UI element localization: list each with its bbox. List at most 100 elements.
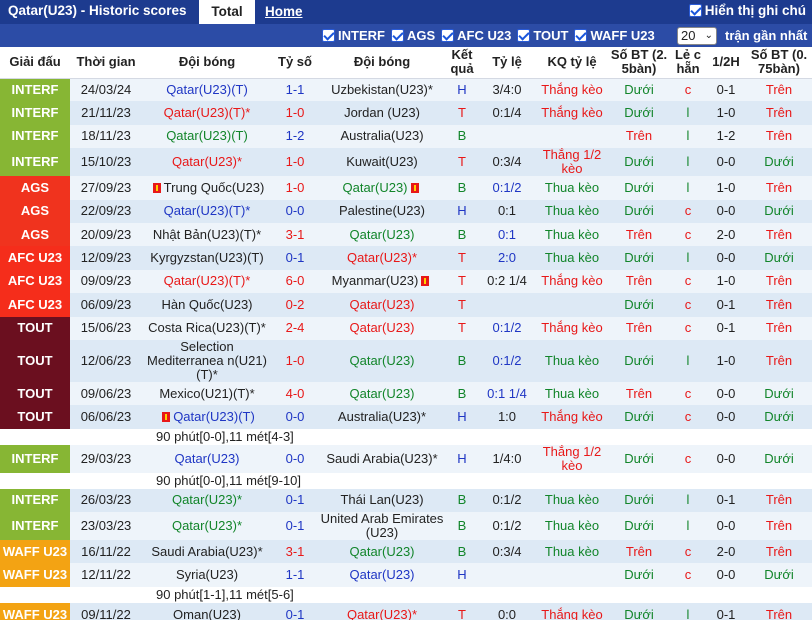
away-team[interactable]: Qatar(U23)	[318, 540, 446, 564]
filter-waff-u23[interactable]: WAFF U23	[574, 28, 655, 43]
score[interactable]: 0-0	[272, 199, 318, 223]
checkbox-icon[interactable]	[441, 29, 455, 42]
score[interactable]: 1-0	[272, 148, 318, 177]
score[interactable]: 0-0	[272, 444, 318, 473]
tab-home[interactable]: Home	[265, 0, 303, 24]
score[interactable]: 2-4	[272, 316, 318, 340]
home-team[interactable]: Qatar(U23)(T)	[142, 124, 272, 149]
home-team[interactable]: Hàn Quốc(U23)	[142, 293, 272, 317]
filter-afc-u23[interactable]: AFC U23	[441, 28, 511, 43]
league-badge[interactable]: WAFF U23	[0, 563, 70, 587]
away-team[interactable]: Qatar(U23)*	[318, 602, 446, 620]
home-team[interactable]: Qatar(U23)*	[142, 512, 272, 541]
checkbox-icon[interactable]	[688, 4, 702, 17]
home-team[interactable]: Trung Quốc(U23)	[142, 176, 272, 200]
home-team[interactable]: Qatar(U23)(T)	[142, 405, 272, 429]
checkbox-icon[interactable]	[322, 29, 335, 42]
league-badge-text: AFC U23	[7, 250, 63, 266]
away-team[interactable]: Australia(U23)	[318, 124, 446, 149]
league-badge[interactable]: AGS	[0, 222, 70, 247]
home-team[interactable]: Costa Rica(U23)(T)*	[142, 316, 272, 340]
away-team[interactable]: Qatar(U23)	[318, 381, 446, 406]
away-team[interactable]: Jordan (U23)	[318, 101, 446, 125]
home-team[interactable]: Selection Mediterranea n(U21)(T)*	[142, 339, 272, 382]
league-badge[interactable]: INTERF	[0, 444, 70, 473]
score[interactable]: 1-1	[272, 78, 318, 102]
home-team[interactable]: Nhật Bản(U23)(T)*	[142, 222, 272, 247]
home-team[interactable]: Syria(U23)	[142, 563, 272, 587]
away-team[interactable]: Qatar(U23)	[318, 316, 446, 340]
league-badge[interactable]: WAFF U23	[0, 540, 70, 564]
score[interactable]: 4-0	[272, 381, 318, 406]
score[interactable]: 0-2	[272, 293, 318, 317]
league-badge[interactable]: INTERF	[0, 512, 70, 541]
score[interactable]: 0-1	[272, 488, 318, 513]
away-team[interactable]: Myanmar(U23)	[318, 269, 446, 294]
result: B	[446, 339, 478, 382]
score[interactable]: 0-1	[272, 602, 318, 620]
away-team[interactable]: Qatar(U23)	[318, 293, 446, 317]
filter-interf[interactable]: INTERF	[322, 28, 385, 43]
home-team[interactable]: Qatar(U23)	[142, 444, 272, 473]
away-team[interactable]: United Arab Emirates (U23)	[318, 512, 446, 541]
score[interactable]: 1-1	[272, 563, 318, 587]
away-team[interactable]: Uzbekistan(U23)*	[318, 78, 446, 102]
away-team[interactable]: Qatar(U23)	[318, 222, 446, 247]
league-badge[interactable]: TOUT	[0, 405, 70, 429]
score[interactable]: 0-0	[272, 405, 318, 429]
goals-0-75-text: Dưới	[764, 154, 794, 170]
home-team[interactable]: Saudi Arabia(U23)*	[142, 540, 272, 564]
show-hint-toggle[interactable]: Hiển thị ghi chú	[688, 3, 806, 18]
league-badge[interactable]: TOUT	[0, 316, 70, 340]
odd-even: l	[670, 148, 706, 177]
away-team[interactable]: Saudi Arabia(U23)*	[318, 444, 446, 473]
league-badge[interactable]: INTERF	[0, 101, 70, 125]
home-team[interactable]: Mexico(U21)(T)*	[142, 381, 272, 406]
away-team[interactable]: Qatar(U23)*	[318, 246, 446, 270]
home-team[interactable]: Qatar(U23)*	[142, 488, 272, 513]
home-team[interactable]: Oman(U23)	[142, 602, 272, 620]
score[interactable]: 0-1	[272, 512, 318, 541]
league-badge[interactable]: INTERF	[0, 488, 70, 513]
away-team[interactable]: Qatar(U23)	[318, 563, 446, 587]
league-badge[interactable]: TOUT	[0, 381, 70, 406]
score[interactable]: 0-1	[272, 246, 318, 270]
checkbox-icon[interactable]	[574, 29, 588, 42]
score[interactable]: 3-1	[272, 540, 318, 564]
home-team[interactable]: Kyrgyzstan(U23)(T)	[142, 246, 272, 270]
league-badge[interactable]: AGS	[0, 176, 70, 200]
away-team[interactable]: Kuwait(U23)	[318, 148, 446, 177]
tab-total[interactable]: Total	[199, 0, 255, 24]
score-text: 0-0	[285, 203, 305, 219]
home-team[interactable]: Qatar(U23)(T)*	[142, 101, 272, 125]
filter-tout[interactable]: TOUT	[517, 28, 568, 43]
away-team[interactable]: Qatar(U23)	[318, 339, 446, 382]
checkbox-icon[interactable]	[517, 29, 531, 42]
league-badge[interactable]: AFC U23	[0, 293, 70, 317]
league-badge[interactable]: INTERF	[0, 148, 70, 177]
score[interactable]: 6-0	[272, 269, 318, 294]
league-badge[interactable]: AFC U23	[0, 246, 70, 270]
league-badge[interactable]: INTERF	[0, 124, 70, 149]
score[interactable]: 1-0	[272, 176, 318, 200]
score[interactable]: 1-2	[272, 124, 318, 149]
home-team[interactable]: Qatar(U23)(T)	[142, 78, 272, 102]
league-badge[interactable]: AFC U23	[0, 269, 70, 294]
score[interactable]: 3-1	[272, 222, 318, 247]
checkbox-icon[interactable]	[390, 29, 404, 42]
away-team[interactable]: Thái Lan(U23)	[318, 488, 446, 513]
match-count-select[interactable]: 20 ⌄	[677, 27, 717, 45]
league-badge[interactable]: WAFF U23	[0, 602, 70, 620]
score[interactable]: 1-0	[272, 101, 318, 125]
score[interactable]: 1-0	[272, 339, 318, 382]
home-team[interactable]: Qatar(U23)(T)*	[142, 199, 272, 223]
away-team[interactable]: Palestine(U23)	[318, 199, 446, 223]
league-badge[interactable]: INTERF	[0, 78, 70, 102]
home-team[interactable]: Qatar(U23)(T)*	[142, 269, 272, 294]
league-badge[interactable]: AGS	[0, 199, 70, 223]
away-team[interactable]: Qatar(U23)	[318, 176, 446, 200]
filter-ags[interactable]: AGS	[390, 28, 435, 43]
away-team[interactable]: Australia(U23)*	[318, 405, 446, 429]
home-team[interactable]: Qatar(U23)*	[142, 148, 272, 177]
league-badge[interactable]: TOUT	[0, 339, 70, 382]
